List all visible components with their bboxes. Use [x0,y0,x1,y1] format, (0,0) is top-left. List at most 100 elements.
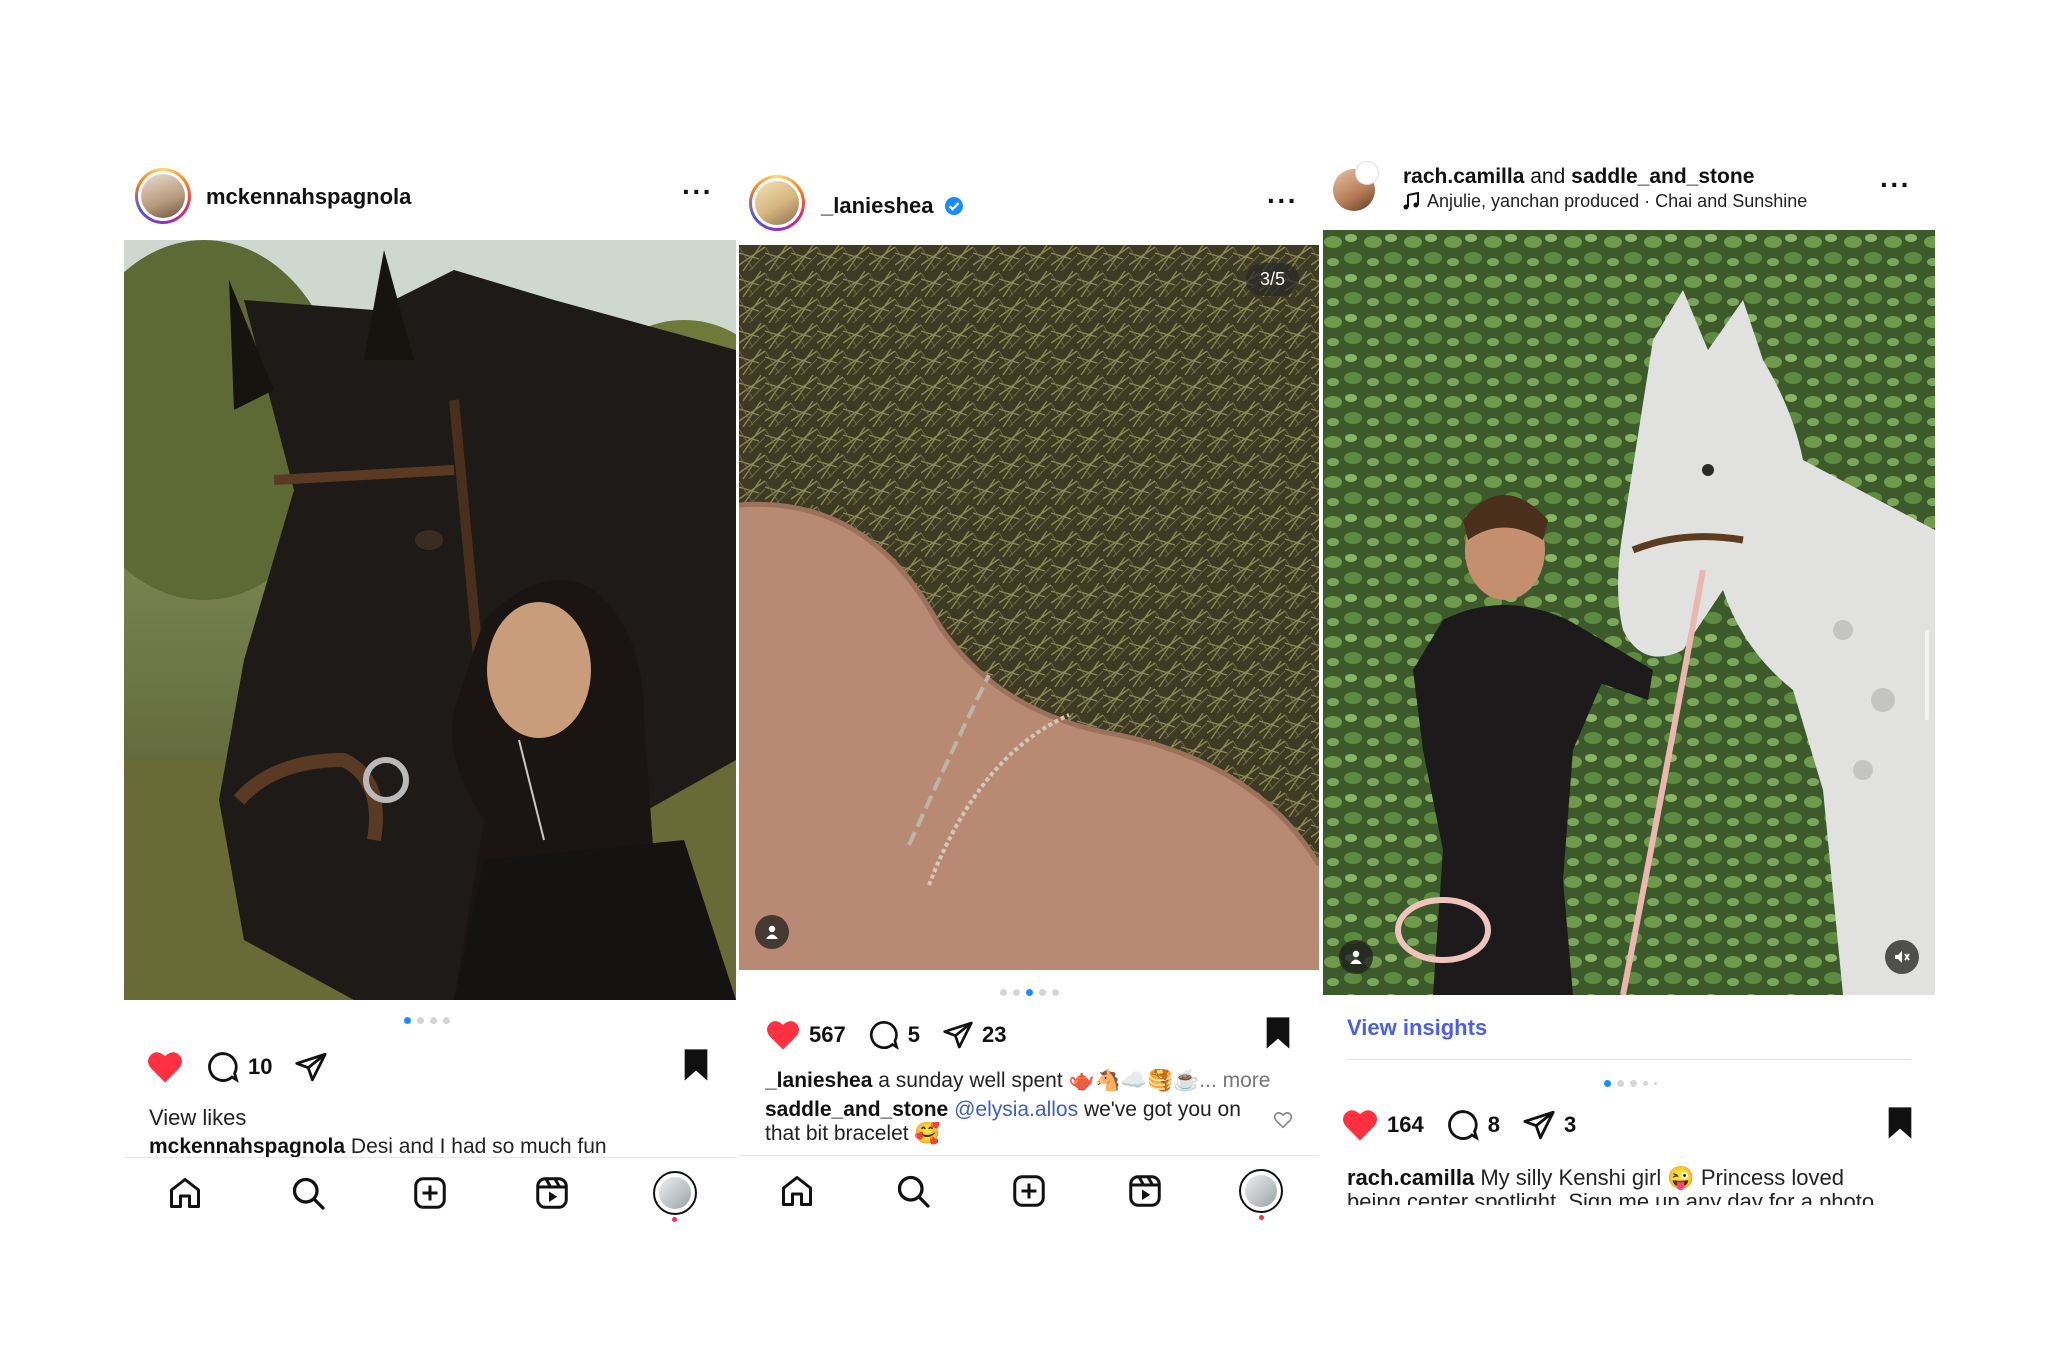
post-caption: rach.camilla My silly Kenshi girl 😜 Prin… [1347,1165,1907,1191]
nav-profile[interactable] [650,1168,700,1222]
nav-reels[interactable] [527,1168,577,1218]
nav-profile[interactable] [1236,1166,1286,1220]
music-text: Anjulie, yanchan produced · Chai and Sun… [1427,191,1808,211]
post-header: rach.camilla and saddle_and_stone Anjuli… [1323,155,1935,235]
divider [1347,1059,1911,1060]
search-icon [897,1175,930,1208]
more-options-icon[interactable]: ··· [1267,187,1298,215]
post-card-mckennahspagnola: mckennahspagnola ··· 10 View likes mcken… [124,160,736,1240]
carousel-dot [417,1017,424,1024]
share-count: 3 [1563,1112,1577,1137]
verified-badge-icon [944,197,963,215]
collab-joiner: and [1530,165,1566,188]
music-note-icon [1403,191,1419,210]
comment-icon [208,1052,239,1083]
carousel-dot [404,1017,411,1024]
nav-home[interactable] [772,1166,822,1216]
avatar[interactable] [749,175,805,231]
nav-create[interactable] [1004,1166,1054,1216]
caption-username[interactable]: rach.camilla [1347,1165,1474,1190]
home-icon [170,1178,201,1208]
send-icon [295,1052,328,1082]
like-count: 567 [809,1022,846,1047]
nav-search[interactable] [888,1166,938,1216]
comment-count: 5 [907,1022,920,1047]
like-button[interactable]: 164 [1341,1108,1424,1142]
avatar[interactable] [135,168,191,224]
save-button[interactable] [1263,1016,1293,1055]
caption-username[interactable]: _lanieshea [765,1069,872,1092]
heart-icon [148,1052,182,1083]
carousel-dot [1617,1080,1624,1087]
save-button[interactable] [1885,1106,1915,1145]
carousel-dot [1654,1082,1657,1085]
music-attribution[interactable]: Anjulie, yanchan produced · Chai and Sun… [1403,191,1807,212]
woman-with-grey-horse-photo [1323,230,1935,995]
tagged-people-icon[interactable] [1339,940,1373,974]
more-options-icon[interactable]: ··· [682,178,713,206]
caption-username[interactable]: mckennahspagnola [149,1135,345,1157]
post-header: _lanieshea ··· [739,165,1319,245]
nav-search[interactable] [283,1168,333,1218]
action-bar: 10 [146,1042,711,1092]
comment-icon [869,1020,899,1050]
create-icon [1013,1175,1045,1207]
username-2[interactable]: saddle_and_stone [1571,165,1754,188]
comment-text: we've got you on [1083,1098,1241,1121]
comment-button[interactable]: 5 [868,1019,920,1051]
heart-icon [767,1021,799,1050]
carousel-dot [1000,989,1007,996]
scrollbar[interactable] [1925,630,1929,720]
post-photo[interactable] [124,240,736,1000]
bottom-nav [739,1155,1319,1226]
post-username[interactable]: _lanieshea [821,193,964,219]
like-button[interactable] [146,1050,184,1084]
photo-counter: 3/5 [1245,263,1299,296]
muted-audio-icon[interactable] [1885,940,1919,974]
view-insights-link[interactable]: View insights [1347,1015,1487,1041]
collab-avatar[interactable] [1355,161,1379,185]
comment-button[interactable]: 8 [1446,1108,1500,1142]
view-likes-link[interactable]: View likes [149,1105,246,1131]
more-options-icon[interactable]: ··· [1880,171,1911,199]
carousel-dots [1000,989,1059,996]
post-username[interactable]: mckennahspagnola [206,184,411,210]
caption-more-link[interactable]: ... more [1199,1069,1270,1092]
carousel-dot [443,1017,450,1024]
nav-reels[interactable] [1120,1166,1170,1216]
bookmark-icon [1266,1016,1290,1049]
share-count: 23 [981,1022,1007,1047]
share-button[interactable]: 3 [1522,1108,1576,1142]
share-button[interactable] [294,1050,328,1084]
comment-button[interactable]: 10 [206,1050,272,1084]
comment-preview: saddle_and_stone @elysia.allos we've got… [765,1098,1285,1122]
tagged-people-icon[interactable] [755,915,789,949]
home-icon [782,1176,812,1206]
share-button[interactable]: 23 [942,1019,1006,1051]
send-icon [943,1021,973,1049]
create-icon [414,1177,446,1209]
save-button[interactable] [681,1048,711,1087]
username-1[interactable]: rach.camilla [1403,165,1524,188]
comment-username[interactable]: saddle_and_stone [765,1098,948,1121]
post-photo[interactable] [1323,230,1935,995]
horse-and-woman-photo [124,240,736,1000]
profile-icon [652,1171,697,1215]
carousel-dot [1039,989,1046,996]
comment-mention[interactable]: @elysia.allos [954,1098,1078,1121]
username-text[interactable]: _lanieshea [821,193,934,218]
action-bar: 164 8 3 [1341,1100,1915,1150]
bookmark-icon [684,1048,708,1081]
like-button[interactable]: 567 [765,1019,846,1051]
nav-home[interactable] [160,1168,210,1218]
carousel-dots [1604,1080,1657,1087]
bracelet-on-hay-photo [739,245,1319,970]
reels-icon [1129,1175,1161,1207]
caption-text: Desi and I had so much fun [350,1135,607,1157]
post-photo[interactable]: 3/5 [739,245,1319,970]
like-count: 164 [1387,1112,1424,1137]
bottom-nav [124,1157,736,1228]
comment-like-icon[interactable] [1273,1111,1293,1129]
post-card-rach-camilla: rach.camilla and saddle_and_stone Anjuli… [1323,155,1935,1215]
nav-create[interactable] [405,1168,455,1218]
